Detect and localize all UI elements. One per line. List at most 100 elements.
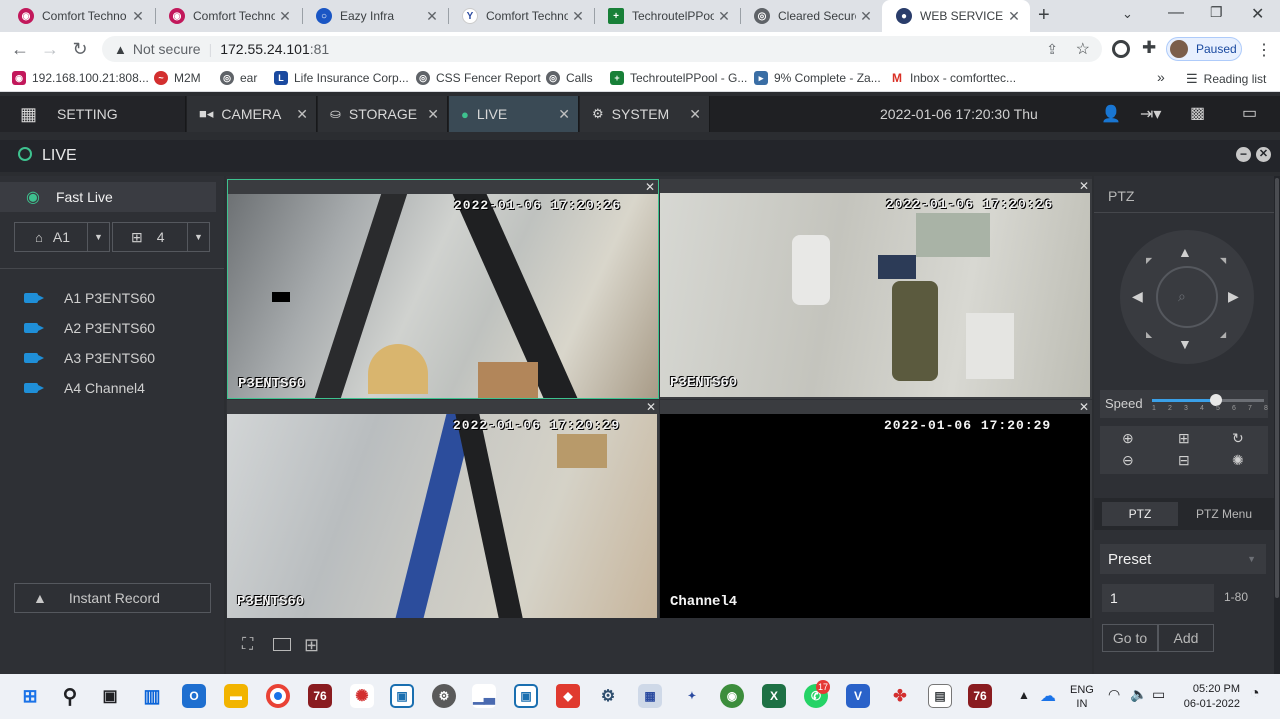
user-icon[interactable]: 👤	[1101, 104, 1121, 124]
iris-open-icon[interactable]: ↻	[1232, 430, 1244, 447]
video-cell-1[interactable]: ✕ 2022-01-06 17:20:26 P3ENTS60	[227, 179, 659, 399]
close-tab-icon[interactable]: ✕	[422, 8, 442, 25]
close-tab-icon[interactable]: ✕	[128, 8, 148, 25]
profile-paused-button[interactable]: Paused	[1166, 37, 1242, 61]
ptz-down-arrow-icon[interactable]: ▼	[1178, 336, 1192, 352]
focus-near-icon[interactable]: ⊞	[1178, 430, 1190, 447]
scrollbar[interactable]	[1274, 176, 1280, 674]
restore-button[interactable]: ❐	[1210, 4, 1223, 21]
logout-icon[interactable]: ⇥▾	[1140, 104, 1161, 124]
task-view-icon[interactable]: ▣	[98, 684, 122, 708]
close-window-button[interactable]: ✕	[1251, 4, 1264, 24]
share-icon[interactable]: ⇪	[1046, 41, 1058, 58]
close-cell-icon[interactable]: ✕	[645, 180, 655, 194]
bookmark-7[interactable]: + TechroutelPPool - G...	[610, 71, 747, 85]
bookmark-9[interactable]: M Inbox - comforttec...	[890, 71, 1016, 85]
video-cell-2[interactable]: ✕ 2022-01-06 17:20:26 P3ENTS60	[660, 179, 1092, 399]
speaker-icon[interactable]: 🔈	[1130, 686, 1147, 703]
browser-tab-4[interactable]: Y Comfort Techno ✕	[448, 0, 594, 32]
microchip-icon[interactable]: ✺	[350, 684, 374, 708]
close-tab-icon[interactable]: ✕	[568, 8, 588, 25]
close-icon[interactable]: ✕	[296, 106, 308, 123]
close-tab-icon[interactable]: ✕	[275, 8, 295, 25]
outlook-icon[interactable]: O	[182, 684, 206, 708]
browser-tab-active[interactable]: ● WEB SERVICE ✕	[882, 0, 1030, 32]
scrollbar-thumb[interactable]	[1275, 178, 1279, 598]
minimize-button[interactable]: —	[1168, 4, 1184, 22]
ptz-downright-icon[interactable]: ◢	[1220, 330, 1226, 339]
camera-item-a2[interactable]: A2 P3ENTS60	[24, 320, 155, 336]
battery-icon[interactable]: ▭	[1152, 686, 1165, 703]
chrome-icon[interactable]	[266, 684, 290, 708]
file-explorer-icon[interactable]: ▬	[224, 684, 248, 708]
language-indicator[interactable]: ENG IN	[1070, 683, 1094, 711]
wifi-icon[interactable]: ◠	[1108, 686, 1120, 703]
bookmark-4[interactable]: L Life Insurance Corp...	[274, 71, 409, 85]
zoom-in-icon[interactable]: ⊕	[1122, 430, 1134, 447]
ptz-right-arrow-icon[interactable]: ▶	[1228, 288, 1239, 305]
menu-kebab-icon[interactable]: ⋮	[1256, 40, 1272, 60]
app-window-icon[interactable]: ▣	[514, 684, 538, 708]
chevron-up-icon[interactable]: ▲	[1018, 688, 1030, 702]
browser-tab-5[interactable]: + TechroutelPPool ✕	[594, 0, 740, 32]
search-icon[interactable]: ⚲	[58, 684, 82, 708]
video-cell-3[interactable]: ✕ 2022-01-06 17:20:29 P3ENTS60	[227, 400, 659, 618]
ptz-center-icon[interactable]: ⌕	[1178, 288, 1186, 305]
focus-far-icon[interactable]: ⊟	[1178, 452, 1190, 469]
close-panel-icon[interactable]: ✕	[1256, 147, 1271, 162]
excel-icon[interactable]: X	[762, 684, 786, 708]
display-icon[interactable]: ▭	[1242, 103, 1257, 123]
new-tab-button[interactable]: +	[1038, 4, 1050, 27]
quad-view-icon[interactable]: ⊞	[304, 635, 319, 656]
tab-ptz[interactable]: PTZ	[1102, 502, 1178, 526]
bookmark-1[interactable]: ◉ 192.168.100.21:808...	[12, 71, 149, 85]
ptz-direction-pad[interactable]: ⌕ ▲ ▼ ◀ ▶ ◤ ◥ ◣ ◢	[1120, 230, 1254, 364]
ptz-upright-icon[interactable]: ◥	[1220, 256, 1226, 265]
address-bar[interactable]: ▲ Not secure | 172.55.24.101:81 ⇪ ☆	[102, 36, 1102, 62]
settings-app-icon[interactable]: ⚙	[432, 684, 456, 708]
preset-select[interactable]: Preset ▼	[1100, 544, 1266, 574]
browser-tab-2[interactable]: ◉ Comfort Techno ✕	[155, 0, 301, 32]
tally-icon[interactable]: ✦	[680, 684, 704, 708]
close-cell-icon[interactable]: ✕	[646, 400, 656, 414]
iris-close-icon[interactable]: ✺	[1232, 452, 1244, 469]
qr-code-icon[interactable]: ▩	[1190, 103, 1205, 123]
camera-item-a1[interactable]: A1 P3ENTS60	[24, 290, 155, 306]
add-preset-button[interactable]: Add	[1158, 624, 1214, 652]
ptz-downleft-icon[interactable]: ◣	[1146, 330, 1152, 339]
ptz-left-arrow-icon[interactable]: ◀	[1132, 288, 1143, 305]
app-window-icon[interactable]: ▤	[928, 684, 952, 708]
tab-setting[interactable]: ▦ SETTING	[0, 96, 186, 132]
bookmark-3[interactable]: ◎ ear	[220, 71, 257, 85]
bookmark-8[interactable]: ▸ 9% Complete - Za...	[754, 71, 881, 85]
app-window-icon[interactable]: ▣	[390, 684, 414, 708]
app-icon[interactable]: 76	[308, 684, 332, 708]
camera-item-a3[interactable]: A3 P3ENTS60	[24, 350, 155, 366]
windows-start-icon[interactable]: ⊞	[18, 684, 42, 708]
minimize-panel-icon[interactable]: −	[1236, 147, 1251, 162]
tab-camera[interactable]: ■◂ CAMERA ✕	[187, 96, 317, 132]
vscode-icon[interactable]: V	[846, 684, 870, 708]
extension-icon[interactable]	[1112, 40, 1130, 58]
fullscreen-icon[interactable]: ⛶	[242, 636, 253, 654]
reading-list-button[interactable]: ☰ Reading list	[1186, 71, 1266, 87]
bookmark-star-icon[interactable]: ☆	[1076, 39, 1090, 59]
bookmark-6[interactable]: ◎ Calls	[546, 71, 593, 85]
close-tab-icon[interactable]: ✕	[856, 8, 876, 25]
reload-icon[interactable]: ↻	[68, 37, 92, 61]
tab-ptz-menu[interactable]: PTZ Menu	[1186, 502, 1262, 526]
channel-select[interactable]: ⌂ A1 ▼	[14, 222, 110, 252]
app-icon[interactable]: 76	[968, 684, 992, 708]
browser-tab-1[interactable]: ◉ Comfort Techno ✕	[4, 0, 154, 32]
close-icon[interactable]: ✕	[689, 106, 701, 123]
ptz-upleft-icon[interactable]: ◤	[1146, 256, 1152, 265]
zoom-out-icon[interactable]: ⊖	[1122, 452, 1134, 469]
android-icon[interactable]: ◉	[720, 684, 744, 708]
tab-search-chevron-icon[interactable]: ⌄	[1122, 6, 1133, 22]
ptz-up-arrow-icon[interactable]: ▲	[1178, 244, 1192, 260]
anydesk-icon[interactable]: ◆	[556, 684, 580, 708]
clock[interactable]: 05:20 PM 06-01-2022	[1178, 682, 1240, 712]
close-tab-icon[interactable]: ✕	[714, 8, 734, 25]
puzzle-extensions-icon[interactable]: ✚	[1142, 38, 1156, 58]
speed-slider-track[interactable]	[1152, 394, 1264, 406]
